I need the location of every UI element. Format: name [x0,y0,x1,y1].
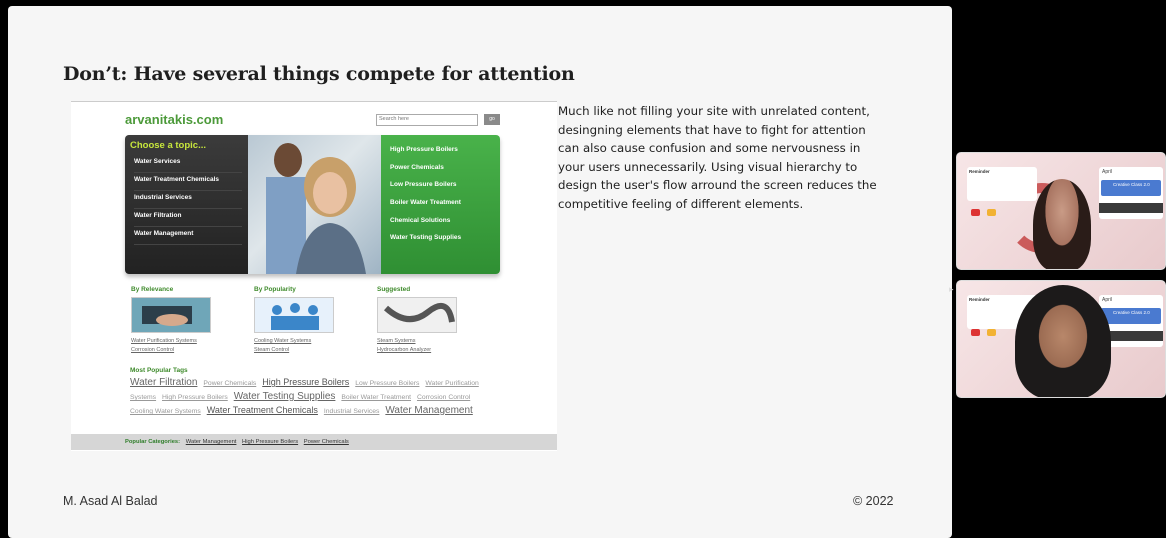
folder-icon [987,329,996,336]
video-tile-participant-1[interactable]: Reminder April Creative Class 2.0 [956,152,1166,270]
category-item: Power Chemicals [390,163,444,171]
class-event: Creative Class 2.0 [1101,308,1161,324]
column-link: Steam Systems [377,338,416,344]
tags-heading: Most Popular Tags [130,367,188,374]
site-search-button: go [484,114,500,125]
popular-link: High Pressure Boilers [242,439,299,445]
column-heading: By Relevance [131,286,174,293]
tag-cloud: Water Filtration Power Chemicals High Pr… [130,376,490,418]
tag: Low Pressure Boilers [355,380,420,387]
participant-video [1015,285,1111,397]
reminder-card: Reminder [967,167,1037,201]
website-screenshot: arvanitakis.com Search here go Choose a … [71,101,557,451]
site-logo: arvanitakis.com [125,112,224,127]
category-item: Boiler Water Treatment [390,199,461,207]
presentation-slide: Don’t: Have several things compete for a… [8,6,952,538]
tag: Water Management [385,405,473,416]
popular-link: Power Chemicals [303,439,349,445]
video-tile-participant-2[interactable]: Reminder April Creative Class 2.0 [956,280,1166,398]
tag: Power Chemicals [203,380,257,387]
calendar-month: April [1102,169,1113,175]
tag: Corrosion Control [416,394,471,401]
category-item: High Pressure Boilers [390,146,458,153]
tag: High Pressure Boilers [162,394,228,401]
column-suggested: Suggested Steam Systems Hydrocarbon Anal… [371,286,481,356]
slide-author: M. Asad Al Balad [63,494,158,508]
slide-title: Don’t: Have several things compete for a… [63,63,575,85]
laptop-thumbnail [131,297,211,333]
tag: Cooling Water Systems [130,408,201,415]
column-by-popularity: By Popularity Cooling Water Systems Stea… [248,286,358,356]
column-by-relevance: By Relevance Water Purification Systems … [125,286,235,356]
topic-menu-heading: Choose a topic... [130,140,207,151]
people-thumbnail [254,297,334,333]
slide-body-text: Much like not filling your site with unr… [558,104,877,211]
shape-thumbnail [377,297,457,333]
topic-item: Water Services [134,155,242,173]
app-icon [971,209,980,216]
hero-banner: Choose a topic... Water Services Water T… [125,135,500,274]
column-link: Cooling Water Systems [254,338,312,344]
column-link: Steam Control [254,347,290,353]
tag: High Pressure Boilers [262,377,350,387]
category-item: Low Pressure Boilers [390,181,457,189]
class-event: Creative Class 2.0 [1101,180,1161,196]
folder-icon [987,209,996,216]
popular-link: Water Management [185,439,237,445]
column-heading: Suggested [377,286,411,293]
slide-copyright: © 2022 [853,494,894,508]
tag: Industrial Services [323,408,380,415]
popular-label: Popular Categories: [125,439,181,445]
column-link: Water Purification Systems [131,338,197,344]
popular-tags: Most Popular Tags Water Filtration Power… [130,367,490,418]
topic-menu: Choose a topic... Water Services Water T… [125,135,248,274]
app-icon [971,329,980,336]
topic-item: Water Management [134,227,242,245]
column-heading: By Popularity [254,286,296,293]
tag: Water Treatment Chemicals [206,405,318,415]
participant-video [1033,179,1091,269]
tag: Water Filtration [130,377,198,388]
column-link: Hydrocarbon Analyzer [377,347,432,353]
mouse-cursor-icon: ▸ [949,284,954,294]
topic-item: Industrial Services [134,191,242,209]
site-search-input: Search here [376,114,478,126]
popular-categories-bar: Popular Categories: Water Management Hig… [71,434,557,450]
calendar-month: April [1102,297,1113,303]
column-link: Corrosion Control [131,347,175,353]
topic-item: Water Filtration [134,209,242,227]
category-item: Water Testing Supplies [390,234,462,242]
category-menu: High Pressure Boilers Power Chemicals Lo… [381,135,500,274]
tag: Water Testing Supplies [233,391,336,402]
media-bar [1099,203,1163,213]
category-item: Chemical Solutions [390,216,451,224]
hero-photo [248,135,381,274]
topic-item: Water Treatment Chemicals [134,173,242,191]
tag: Boiler Water Treatment [341,394,412,401]
